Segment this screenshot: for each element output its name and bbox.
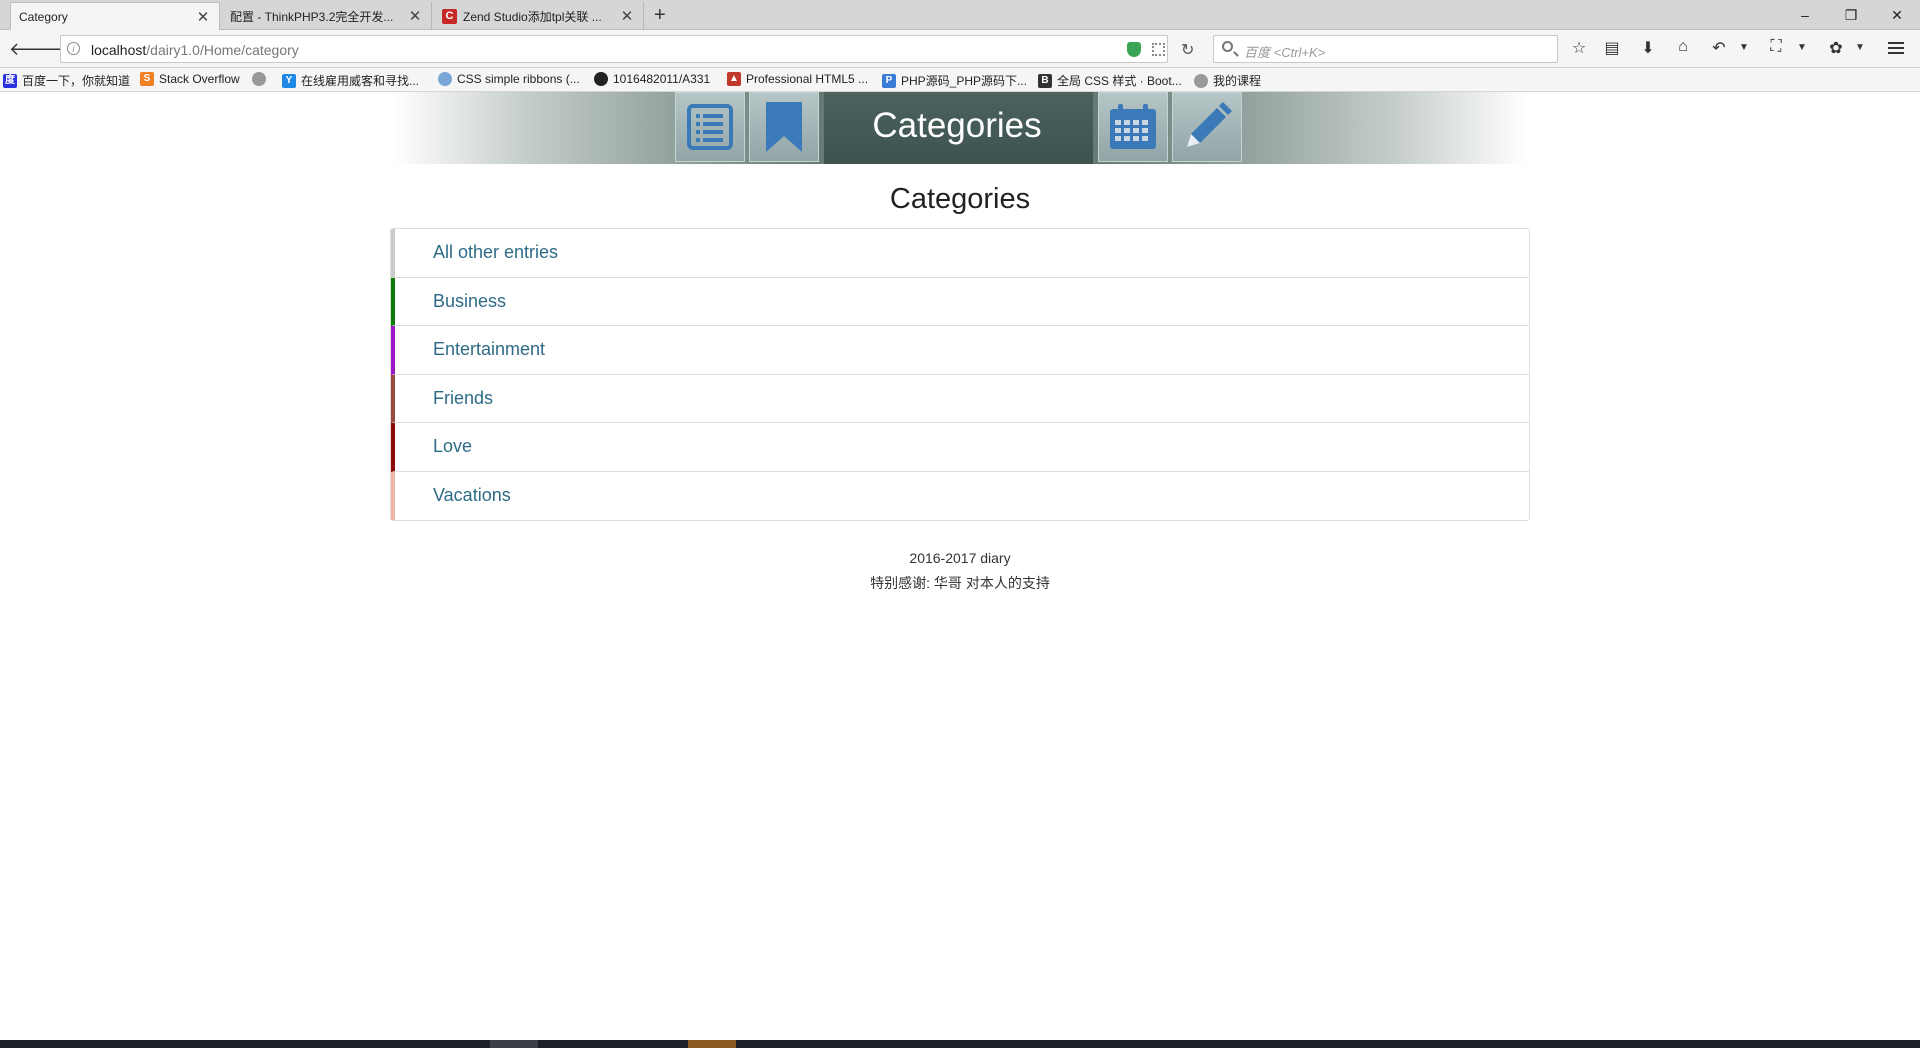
url-text[interactable]: localhost/dairy1.0/Home/category	[91, 42, 299, 58]
bookmark-github[interactable]: 1016482011/A331	[594, 72, 710, 86]
close-window-button[interactable]: ✕	[1874, 2, 1920, 28]
undo-icon[interactable]: ↶	[1707, 38, 1731, 58]
php-icon: P	[882, 73, 896, 88]
category-friends[interactable]: Friends	[391, 374, 1529, 423]
chevron-down-icon[interactable]: ▼	[1732, 42, 1756, 53]
bookmark-courses[interactable]: 我的课程	[1194, 72, 1261, 89]
bookmark-globe[interactable]	[252, 72, 271, 86]
stackoverflow-icon: S	[140, 72, 154, 86]
bookmark-baidu[interactable]: 度百度一下，你就知道	[3, 72, 130, 89]
bookmark-bootstrap[interactable]: B 全局 CSS 样式 · Boot...	[1038, 72, 1182, 89]
crop-icon[interactable]: ⛶	[1764, 38, 1788, 56]
baidu-icon: 度	[3, 73, 17, 88]
calendar-icon	[1110, 104, 1156, 149]
tab-zend[interactable]: C Zend Studio添加tpl关联 ... ✕	[434, 2, 644, 30]
list-button[interactable]	[675, 92, 745, 162]
category-vacations[interactable]: Vacations	[391, 471, 1529, 520]
category-list: All other entries Business Entertainment…	[390, 228, 1530, 521]
bookmark-icon	[766, 102, 802, 152]
category-label[interactable]: Vacations	[433, 485, 511, 506]
search-placeholder: 百度 <Ctrl+K>	[1244, 45, 1326, 60]
reading-list-icon[interactable]: ▤	[1600, 38, 1624, 58]
menu-icon[interactable]	[1888, 42, 1904, 54]
shield-icon[interactable]	[1127, 42, 1141, 57]
github-icon	[594, 72, 608, 86]
bookmark-php[interactable]: P PHP源码_PHP源码下...	[882, 72, 1027, 89]
cloud-icon	[438, 72, 452, 86]
download-icon[interactable]: ⬇	[1636, 38, 1660, 58]
category-love[interactable]: Love	[391, 423, 1529, 472]
triangle-icon: ▲	[727, 72, 741, 86]
header-banner: Categories	[392, 92, 1528, 164]
taskbar-item[interactable]	[688, 1040, 736, 1048]
bookmark-freelance[interactable]: Y 在线雇用威客和寻找...	[282, 72, 419, 89]
zend-favicon-icon: C	[442, 8, 457, 24]
new-tab-button[interactable]: +	[654, 4, 666, 27]
tab-thinkphp[interactable]: 配置 - ThinkPHP3.2完全开发... ✕	[222, 2, 432, 30]
tab-category[interactable]: Category ✕	[10, 2, 220, 30]
taskbar-item[interactable]	[490, 1040, 538, 1048]
tab-title: Category	[19, 9, 68, 24]
category-label[interactable]: Love	[433, 436, 472, 457]
search-input[interactable]: 百度 <Ctrl+K>	[1213, 35, 1558, 63]
url-bar[interactable]: i localhost/dairy1.0/Home/category ↻	[60, 35, 1194, 63]
page-title: Categories	[889, 183, 1031, 215]
chevron-down-icon[interactable]: ▼	[1790, 42, 1814, 53]
search-icon	[1222, 41, 1233, 52]
bookmark-html5[interactable]: ▲ Professional HTML5 ...	[727, 72, 868, 86]
category-label[interactable]: Friends	[433, 388, 493, 409]
extension-icon[interactable]: ✿	[1824, 38, 1848, 58]
category-business[interactable]: Business	[391, 277, 1529, 326]
list-icon	[687, 104, 733, 150]
footer-copyright: 2016-2017 diary	[909, 550, 1011, 566]
banner-title: Categories	[872, 106, 1042, 145]
star-icon[interactable]: ☆	[1567, 38, 1591, 58]
category-label[interactable]: Business	[433, 291, 506, 312]
close-icon[interactable]: ✕	[195, 8, 211, 26]
chevron-down-icon[interactable]: ▼	[1848, 42, 1872, 53]
footer-thanks: 特别感谢: 华哥 对本人的支持	[870, 575, 1050, 591]
bookmarks-bar: 度百度一下，你就知道 S Stack Overflow Y 在线雇用威客和寻找...…	[0, 68, 1920, 92]
tab-title: 配置 - ThinkPHP3.2完全开发...	[230, 9, 394, 24]
home-icon[interactable]: ⌂	[1671, 38, 1695, 56]
globe-icon	[252, 72, 266, 86]
footer: 2016-2017 diary 特别感谢: 华哥 对本人的支持	[0, 546, 1920, 596]
close-icon[interactable]: ✕	[619, 7, 635, 25]
close-icon[interactable]: ✕	[407, 7, 423, 25]
edit-button[interactable]	[1172, 92, 1242, 162]
category-label[interactable]: All other entries	[433, 242, 558, 263]
bookmark-button[interactable]	[749, 92, 819, 162]
bootstrap-icon: B	[1038, 73, 1052, 88]
calendar-button[interactable]	[1098, 92, 1168, 162]
back-arrow-icon[interactable]: 🡐	[9, 38, 57, 60]
nav-bar: 🡐 🡒 i localhost/dairy1.0/Home/category ↻…	[0, 30, 1920, 68]
reload-icon[interactable]: ↻	[1181, 40, 1194, 60]
category-label[interactable]: Entertainment	[433, 339, 545, 360]
restore-button[interactable]: ❐	[1828, 2, 1874, 28]
bookmark-css-ribbons[interactable]: CSS simple ribbons (...	[438, 72, 580, 86]
minimize-button[interactable]: –	[1782, 2, 1828, 28]
globe-icon	[1194, 73, 1208, 88]
forward-arrow-icon[interactable]: 🡒	[34, 38, 82, 60]
category-entertainment[interactable]: Entertainment	[391, 326, 1529, 375]
tab-title: Zend Studio添加tpl关联 ...	[463, 9, 602, 24]
qr-code-icon[interactable]	[1152, 43, 1165, 56]
category-all-other-entries[interactable]: All other entries	[391, 229, 1529, 278]
y-icon: Y	[282, 73, 296, 88]
info-icon[interactable]: i	[67, 42, 80, 55]
tab-bar: Category ✕ 配置 - ThinkPHP3.2完全开发... ✕ C Z…	[0, 0, 1920, 30]
os-taskbar	[0, 1040, 1920, 1048]
bookmark-stackoverflow[interactable]: S Stack Overflow	[140, 72, 240, 86]
pencil-icon	[1187, 102, 1232, 147]
